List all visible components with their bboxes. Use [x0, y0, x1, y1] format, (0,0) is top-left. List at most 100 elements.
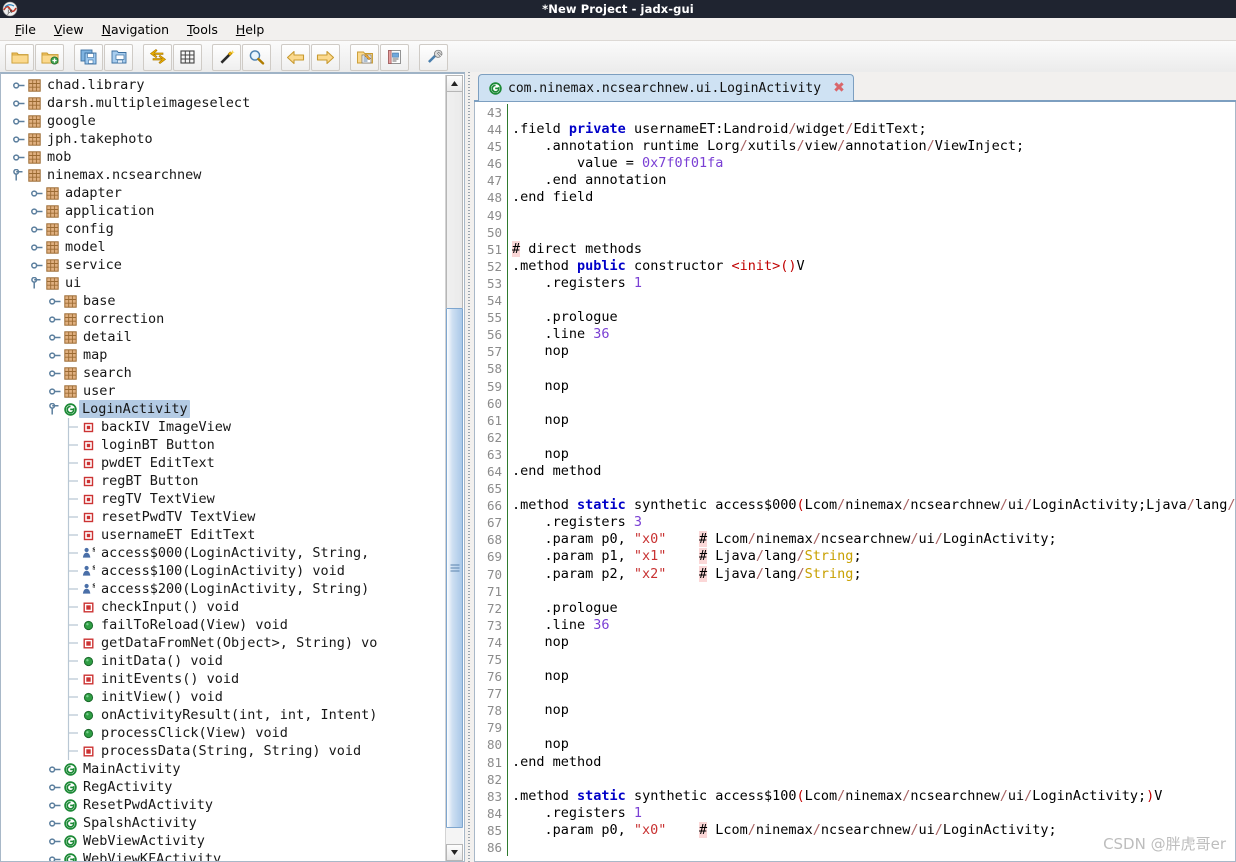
tree-expand-handle-collapsed-icon[interactable] — [48, 364, 62, 382]
tree-expand-handle-collapsed-icon[interactable] — [48, 382, 62, 400]
tree-expand-handle-collapsed-icon[interactable] — [30, 202, 44, 220]
tree-expand-handle-collapsed-icon[interactable] — [48, 310, 62, 328]
tree-expand-handle-expanded-icon[interactable] — [30, 274, 44, 292]
tree-field-row[interactable]: regTV TextView — [2, 490, 446, 508]
tree-expand-handle-collapsed-icon[interactable] — [48, 346, 62, 364]
tree-expand-handle-collapsed-icon[interactable] — [12, 130, 26, 148]
tree-package-row[interactable]: detail — [2, 328, 446, 346]
tree-class-row[interactable]: SpalshActivity — [2, 814, 446, 832]
tree-expand-handle-collapsed-icon[interactable] — [48, 814, 62, 832]
tree-method-row[interactable]: checkInput() void — [2, 598, 446, 616]
tree-method-row[interactable]: Saccess$200(LoginActivity, String) — [2, 580, 446, 598]
tree-field-row[interactable]: backIV ImageView — [2, 418, 446, 436]
toolbar-button-deobfuscation-wand[interactable] — [212, 44, 241, 71]
tree-package-row[interactable]: application — [2, 202, 446, 220]
tree-package-row[interactable]: ui — [2, 274, 446, 292]
editor-tab-loginactivity[interactable]: com.ninemax.ncsearchnew.ui.LoginActivity… — [478, 74, 854, 101]
toolbar-button-forward-arrow[interactable] — [311, 44, 340, 71]
tree-package-row[interactable]: mob — [2, 148, 446, 166]
tree-method-row[interactable]: onActivityResult(int, int, Intent) — [2, 706, 446, 724]
tree-package-row[interactable]: google — [2, 112, 446, 130]
menu-item-tools[interactable]: Tools — [178, 20, 227, 39]
toolbar-button-flat-package[interactable] — [173, 44, 202, 71]
tree-expand-handle-expanded-icon[interactable] — [48, 400, 62, 418]
tree-class-row[interactable]: LoginActivity — [2, 400, 446, 418]
tree-class-row[interactable]: WebViewKFActivity — [2, 850, 446, 861]
tree-field-row[interactable]: loginBT Button — [2, 436, 446, 454]
tree-expand-handle-collapsed-icon[interactable] — [12, 94, 26, 112]
tree-package-row[interactable]: user — [2, 382, 446, 400]
tree-package-row[interactable]: ninemax.ncsearchnew — [2, 166, 446, 184]
toolbar-button-save-all[interactable] — [74, 44, 103, 71]
tree-expand-handle-collapsed-icon[interactable] — [48, 850, 62, 861]
toolbar-button-back-arrow[interactable] — [281, 44, 310, 71]
tree-expand-handle-collapsed-icon[interactable] — [48, 778, 62, 796]
menu-item-navigation[interactable]: Navigation — [93, 20, 178, 39]
class-tree[interactable]: chad.librarydarsh.multipleimageselectgoo… — [2, 75, 446, 861]
toolbar-button-preferences-wrench[interactable] — [419, 44, 448, 71]
tree-method-row[interactable]: Saccess$000(LoginActivity, String, — [2, 544, 446, 562]
tree-method-row[interactable]: Saccess$100(LoginActivity) void — [2, 562, 446, 580]
tree-package-row[interactable]: map — [2, 346, 446, 364]
toolbar-button-sync-arrows[interactable] — [143, 44, 172, 71]
tree-expand-handle-collapsed-icon[interactable] — [12, 148, 26, 166]
panel-splitter[interactable] — [465, 72, 474, 862]
tree-package-row[interactable]: adapter — [2, 184, 446, 202]
toolbar-button-search[interactable] — [242, 44, 271, 71]
tree-field-row[interactable]: resetPwdTV TextView — [2, 508, 446, 526]
menu-item-help[interactable]: Help — [227, 20, 274, 39]
tree-method-row[interactable]: initData() void — [2, 652, 446, 670]
tree-expand-handle-collapsed-icon[interactable] — [48, 292, 62, 310]
tree-method-row[interactable]: failToReload(View) void — [2, 616, 446, 634]
tree-vertical-scrollbar[interactable] — [445, 75, 463, 861]
tree-expand-handle-collapsed-icon[interactable] — [48, 796, 62, 814]
tree-class-row[interactable]: ResetPwdActivity — [2, 796, 446, 814]
close-icon[interactable]: ✖ — [833, 81, 845, 95]
menu-item-file[interactable]: File — [6, 20, 45, 39]
tree-package-row[interactable]: correction — [2, 310, 446, 328]
code-editor[interactable]: 4344.field private usernameET:Landroid/w… — [474, 102, 1236, 862]
tree-package-row[interactable]: chad.library — [2, 76, 446, 94]
tree-package-row[interactable]: model — [2, 238, 446, 256]
tree-field-row[interactable]: regBT Button — [2, 472, 446, 490]
tree-expand-handle-collapsed-icon[interactable] — [30, 220, 44, 238]
tree-package-row[interactable]: search — [2, 364, 446, 382]
tree-package-row[interactable]: darsh.multipleimageselect — [2, 94, 446, 112]
toolbar-button-notes[interactable] — [380, 44, 409, 71]
tree-field-row[interactable]: usernameET EditText — [2, 526, 446, 544]
line-number: 57 — [475, 343, 507, 360]
toolbar-button-log-viewer[interactable] — [350, 44, 379, 71]
tree-expand-handle-expanded-icon[interactable] — [12, 166, 26, 184]
tree-package-row[interactable]: jph.takephoto — [2, 130, 446, 148]
tree-expand-handle-collapsed-icon[interactable] — [48, 760, 62, 778]
toolbar-button-add-files[interactable] — [35, 44, 64, 71]
tree-method-row[interactable]: processClick(View) void — [2, 724, 446, 742]
tree-package-row[interactable]: service — [2, 256, 446, 274]
tree-leaf-connector-icon — [66, 688, 80, 706]
scrollbar-thumb[interactable] — [446, 308, 463, 828]
tree-field-row[interactable]: pwdET EditText — [2, 454, 446, 472]
tree-expand-handle-collapsed-icon[interactable] — [48, 832, 62, 850]
tree-expand-handle-collapsed-icon[interactable] — [48, 328, 62, 346]
tree-class-row[interactable]: MainActivity — [2, 760, 446, 778]
tree-expand-handle-collapsed-icon[interactable] — [30, 238, 44, 256]
toolbar-button-open-folder[interactable] — [5, 44, 34, 71]
tree-method-row[interactable]: processData(String, String) void — [2, 742, 446, 760]
tree-method-row[interactable]: getDataFromNet(Object>, String) vo — [2, 634, 446, 652]
code-token: static — [577, 788, 626, 804]
scroll-up-arrow-icon[interactable] — [446, 75, 463, 92]
tree-method-row[interactable]: initView() void — [2, 688, 446, 706]
scrollbar-track-upper[interactable] — [446, 92, 463, 308]
tree-expand-handle-collapsed-icon[interactable] — [30, 256, 44, 274]
tree-class-row[interactable]: WebViewActivity — [2, 832, 446, 850]
tree-package-row[interactable]: config — [2, 220, 446, 238]
tree-method-row[interactable]: initEvents() void — [2, 670, 446, 688]
tree-class-row[interactable]: RegActivity — [2, 778, 446, 796]
toolbar-button-save[interactable] — [104, 44, 133, 71]
tree-expand-handle-collapsed-icon[interactable] — [12, 112, 26, 130]
menu-item-view[interactable]: View — [45, 20, 93, 39]
scroll-down-arrow-icon[interactable] — [446, 844, 463, 861]
tree-package-row[interactable]: base — [2, 292, 446, 310]
tree-expand-handle-collapsed-icon[interactable] — [30, 184, 44, 202]
tree-expand-handle-collapsed-icon[interactable] — [12, 76, 26, 94]
